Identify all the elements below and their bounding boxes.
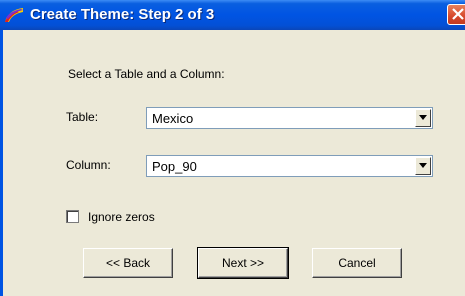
column-select-value: Pop_90 [152,159,197,174]
chevron-down-icon [419,115,427,120]
table-dropdown-button[interactable] [415,109,431,127]
ignore-zeros-label[interactable]: Ignore zeros [88,210,155,224]
table-select[interactable]: Mexico [146,107,433,129]
back-button[interactable]: << Back [83,248,173,278]
window-title: Create Theme: Step 2 of 3 [30,6,215,23]
ignore-zeros-checkbox[interactable] [66,210,79,223]
window-border [0,30,3,296]
app-icon [4,6,24,23]
cancel-button[interactable]: Cancel [312,248,402,278]
next-button[interactable]: Next >> [197,247,289,279]
instruction-text: Select a Table and a Column: [68,67,225,81]
table-select-value: Mexico [152,111,194,126]
close-icon [452,8,464,20]
title-bar[interactable]: Create Theme: Step 2 of 3 [0,0,465,30]
chevron-down-icon [419,163,427,168]
close-button[interactable] [447,4,465,25]
column-dropdown-button[interactable] [415,157,431,175]
column-label: Column: [66,158,111,172]
create-theme-dialog: Create Theme: Step 2 of 3 Select a Table… [0,0,465,296]
table-label: Table: [66,110,99,124]
column-select[interactable]: Pop_90 [146,155,433,177]
